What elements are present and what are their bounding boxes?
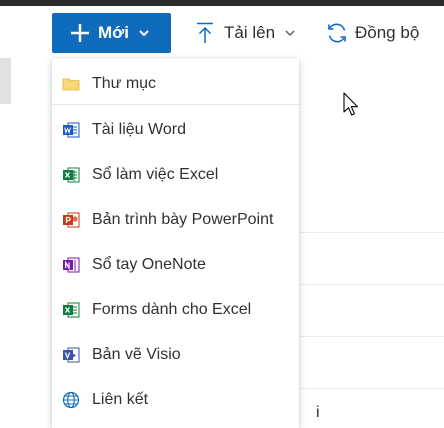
plus-icon (71, 24, 89, 42)
upload-label: Tải lên (224, 23, 276, 42)
visio-icon (63, 347, 80, 362)
menu-item-label: Sổ tay OneNote (92, 255, 206, 273)
new-dropdown-menu: Thư mục Tài liệu Word Sổ làm việc Excel … (52, 58, 299, 428)
menu-item-label: Forms dành cho Excel (92, 300, 252, 318)
onenote-icon (63, 257, 80, 272)
list-divider (300, 336, 444, 337)
menu-item-label: Thư mục (92, 74, 157, 92)
menu-item-label: Sổ làm việc Excel (92, 165, 219, 183)
list-divider (300, 232, 444, 233)
menu-item-forms-excel[interactable]: Forms dành cho Excel (52, 287, 299, 332)
menu-item-powerpoint[interactable]: Bản trình bày PowerPoint (52, 197, 299, 242)
upload-button[interactable]: Tải lên (196, 13, 296, 53)
sync-icon (328, 23, 346, 43)
folder-icon (62, 78, 80, 90)
list-divider (300, 388, 444, 389)
mouse-pointer-icon (343, 92, 359, 116)
list-divider (300, 284, 444, 285)
menu-item-onenote[interactable]: Sổ tay OneNote (52, 242, 299, 287)
upload-arrow-icon (197, 22, 213, 43)
menu-item-visio[interactable]: Bản vẽ Visio (52, 332, 299, 377)
menu-item-label: Bản trình bày PowerPoint (92, 210, 274, 228)
menu-item-folder[interactable]: Thư mục (52, 61, 299, 106)
word-icon (63, 122, 80, 137)
menu-item-excel[interactable]: Sổ làm việc Excel (52, 152, 299, 197)
new-button-label: Mới (98, 23, 129, 42)
menu-item-label: Liên kết (92, 390, 149, 408)
menu-divider (52, 104, 299, 105)
sync-label: Đồng bộ (355, 23, 420, 42)
excel-icon (63, 167, 80, 182)
left-rail (0, 58, 11, 104)
file-list-partial-text: i (316, 404, 320, 421)
menu-item-label: Bản vẽ Visio (92, 345, 181, 363)
chevron-down-icon (139, 30, 149, 37)
new-button[interactable]: Mới (52, 13, 171, 53)
powerpoint-icon (63, 212, 80, 227)
menu-item-word[interactable]: Tài liệu Word (52, 107, 299, 152)
sync-button[interactable]: Đồng bộ (326, 13, 419, 53)
menu-item-link[interactable]: Liên kết (52, 377, 299, 422)
menu-item-label: Tài liệu Word (92, 120, 186, 138)
forms-excel-icon (63, 302, 80, 317)
globe-icon (62, 391, 80, 408)
chevron-down-icon (285, 30, 295, 37)
